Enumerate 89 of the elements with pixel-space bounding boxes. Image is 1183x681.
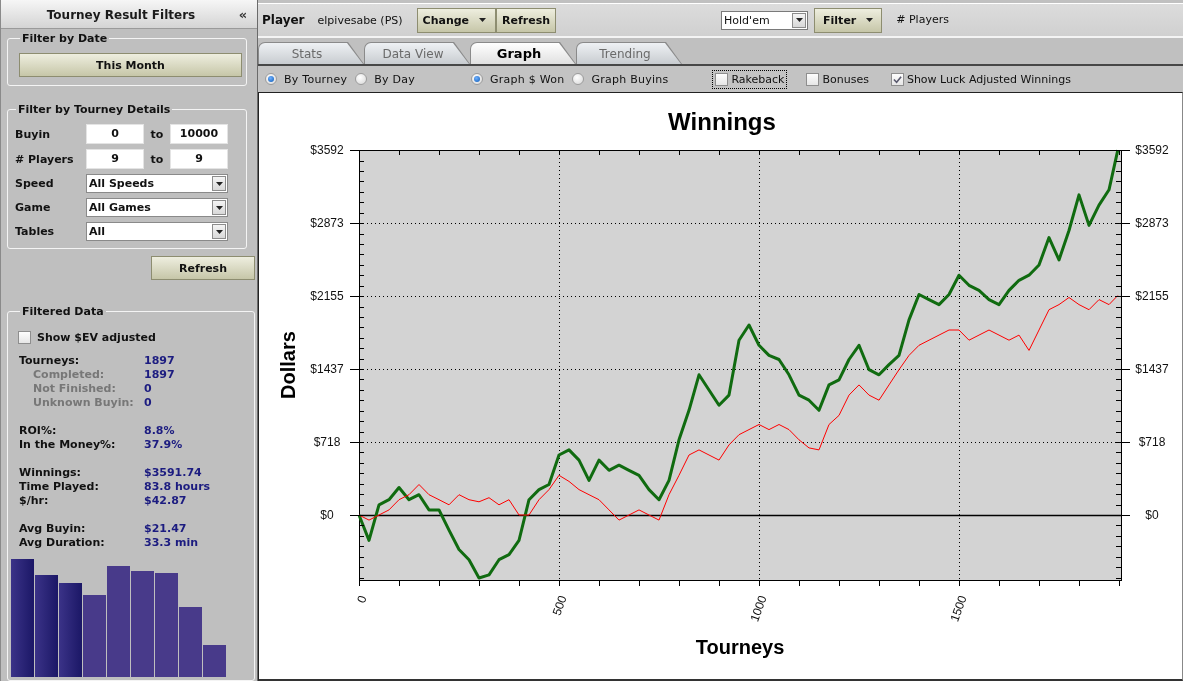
stat-value: 8.8%	[144, 424, 175, 438]
stat-value: $3591.74	[144, 466, 202, 480]
stat-value: 1897	[144, 368, 175, 382]
tab[interactable]: Stats	[258, 42, 364, 64]
input-field[interactable]: 0	[86, 124, 144, 144]
stat-label: Unknown Buyin:	[32, 396, 135, 410]
tick-label: $2873	[310, 216, 344, 231]
checkbox[interactable]	[715, 72, 729, 86]
tick-label: $718	[313, 435, 341, 449]
range-separator: to	[149, 127, 165, 141]
checkbox[interactable]	[18, 330, 31, 344]
toolbar-button[interactable]: Refresh	[496, 7, 557, 33]
group-title: Filter by Tourney Details	[17, 103, 172, 116]
stat-label: Winnings:	[19, 466, 82, 480]
tick-label: $718	[1138, 435, 1166, 449]
checkbox-option[interactable]: Rakeback	[712, 69, 788, 89]
input-field[interactable]: 9	[170, 149, 228, 169]
field-label: Buyin	[15, 127, 51, 141]
stat-value: 37.9%	[144, 438, 183, 452]
tab[interactable]: Graph	[470, 42, 576, 64]
stat-value: 83.8 hours	[144, 480, 211, 494]
stat-label: Not Finished:	[32, 382, 117, 396]
tick-label: 1000	[747, 593, 770, 624]
stat-value: $21.47	[144, 522, 187, 536]
radio-button[interactable]	[355, 73, 368, 85]
tick-label: 1500	[947, 593, 970, 624]
tick-label: $1437	[1135, 361, 1169, 376]
stat-label: Completed:	[32, 368, 106, 382]
stat-label: Time Played:	[19, 480, 100, 494]
date-preset-button[interactable]: This Month	[19, 53, 242, 77]
checkbox-option[interactable]: Show $EV adjusted	[18, 330, 254, 344]
stat-value: $42.87	[144, 494, 187, 508]
stat-label: Avg Buyin:	[19, 522, 87, 536]
player-label: Player	[262, 13, 305, 27]
tab[interactable]: Trending	[576, 42, 682, 64]
stat-label: Avg Duration:	[19, 536, 106, 550]
tick-label: $0	[1145, 507, 1159, 522]
group-title: Filter by Date	[21, 32, 109, 45]
stat-value: 0	[144, 382, 152, 396]
input-field[interactable]: 9	[86, 149, 144, 169]
field-label: Tables	[15, 225, 56, 238]
tick-label: 500	[549, 593, 570, 618]
tick-label: $2873	[1135, 216, 1169, 231]
stat-value: 33.3 min	[144, 536, 199, 550]
checkbox[interactable]	[806, 72, 820, 86]
tick-label: $0	[320, 507, 334, 522]
range-separator: to	[149, 152, 165, 166]
checkbox-option[interactable]: Show Luck Adjusted Winnings	[887, 69, 1074, 89]
tick-label: $2155	[310, 289, 344, 303]
select-field[interactable]: All Speeds	[86, 174, 228, 193]
input-field[interactable]: 10000	[170, 124, 228, 144]
axis-title: Tourneys	[695, 636, 785, 658]
radio-button[interactable]	[470, 73, 483, 85]
toolbar-button[interactable]: Change	[416, 7, 497, 33]
radio-option[interactable]: Graph $ Won	[470, 72, 565, 86]
player-name: elpivesabe (PS)	[317, 13, 403, 27]
checkbox-option[interactable]: Bonuses	[803, 69, 872, 89]
game-select[interactable]: Hold'em	[721, 10, 809, 30]
field-label: # Players	[15, 152, 75, 166]
radio-button[interactable]	[265, 73, 277, 85]
players-label: # Players	[896, 13, 949, 26]
field-label: Game	[15, 201, 52, 214]
radio-button[interactable]	[572, 73, 585, 85]
refresh-button[interactable]: Refresh	[151, 256, 255, 280]
filter-button[interactable]: Filter	[814, 7, 883, 33]
tick-label: 0	[354, 593, 370, 605]
stat-label: In the Money%:	[19, 438, 117, 452]
tick-label: $2155	[1135, 289, 1169, 303]
group-title: Filtered Data	[21, 306, 105, 318]
tick-label: $3592	[310, 143, 344, 157]
stat-label: $/hr:	[19, 494, 50, 508]
radio-option[interactable]: By Day	[355, 72, 415, 86]
radio-option[interactable]: Graph Buyins	[572, 72, 669, 86]
checkbox[interactable]	[890, 72, 904, 86]
select-field[interactable]: All	[86, 222, 228, 241]
tab[interactable]: Data View	[364, 42, 470, 64]
radio-option[interactable]: By Tourney	[265, 72, 348, 86]
field-label: Speed	[15, 177, 55, 190]
stat-value: 0	[144, 396, 152, 410]
select-field[interactable]: All Games	[86, 198, 228, 217]
tick-label: $3592	[1135, 143, 1169, 157]
collapse-button[interactable]: «	[229, 3, 257, 25]
panel-title: Tourney Result Filters	[45, 7, 197, 22]
axis-title: Dollars	[277, 331, 299, 399]
stat-value: 1897	[144, 354, 175, 368]
stat-label: Tourneys:	[19, 354, 81, 368]
stat-label: ROI%:	[19, 424, 58, 438]
tick-label: $1437	[310, 361, 344, 376]
chart-title: Winnings	[668, 107, 776, 135]
